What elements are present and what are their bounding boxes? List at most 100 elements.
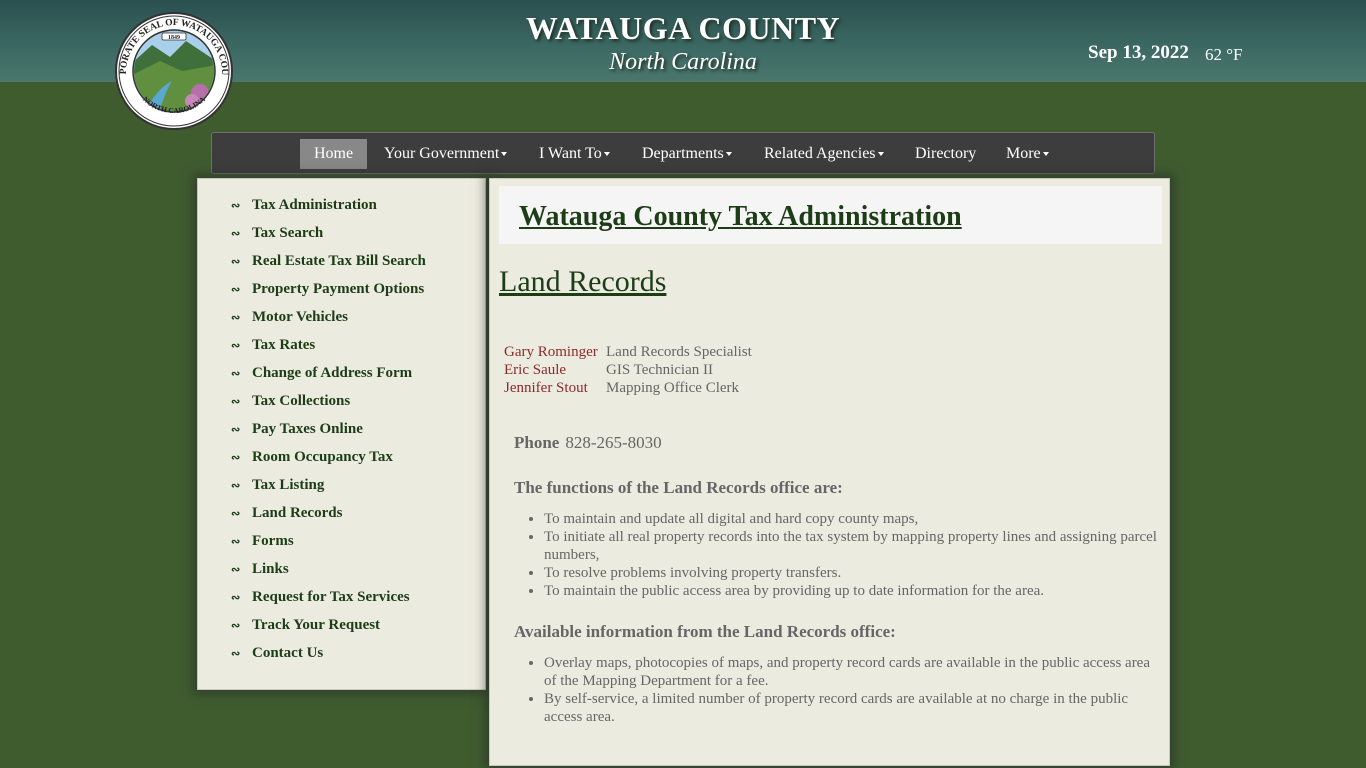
sidebar-item-label: Forms <box>252 533 294 549</box>
leaf-icon: ∾ <box>231 648 241 660</box>
list-item: To maintain and update all digital and h… <box>544 510 1164 528</box>
staff-role: GIS Technician II <box>606 362 713 378</box>
page-title-box: Watauga County Tax Administration <box>499 186 1162 244</box>
nav-label: Directory <box>915 145 977 162</box>
sidebar-item-label: Tax Search <box>252 225 324 241</box>
sidebar-item-forms[interactable]: ∾ Forms <box>231 529 294 553</box>
caret-down-icon <box>603 152 610 157</box>
sidebar-item-label: Request for Tax Services <box>252 589 410 605</box>
main-navigation: Home Your Government I Want To Departmen… <box>211 132 1155 174</box>
sidebar-item-label: Pay Taxes Online <box>252 421 363 437</box>
leaf-icon: ∾ <box>231 564 241 576</box>
leaf-icon: ∾ <box>231 284 241 296</box>
current-date: Sep 13, 2022 <box>1088 42 1189 63</box>
staff-role: Mapping Office Clerk <box>606 380 740 396</box>
sidebar-item-label: Contact Us <box>252 645 324 661</box>
list-item: To maintain the public access area by pr… <box>544 582 1164 600</box>
nav-label: Your Government <box>384 145 500 162</box>
nav-label: I Want To <box>539 145 602 162</box>
caret-down-icon <box>725 152 732 157</box>
sidebar-item-label: Tax Rates <box>252 337 316 353</box>
site-subtitle: North Carolina <box>609 49 757 75</box>
nav-related-agencies[interactable]: Related Agencies <box>750 139 898 169</box>
main-content: Watauga County Tax Administration Land R… <box>489 178 1170 766</box>
nav-more[interactable]: More <box>992 139 1063 169</box>
sidebar-item-label: Room Occupancy Tax <box>252 449 393 465</box>
sidebar-item-motor-vehicles[interactable]: ∾ Motor Vehicles <box>231 305 348 329</box>
nav-i-want-to[interactable]: I Want To <box>525 139 624 169</box>
nav-label: Departments <box>642 145 724 162</box>
sidebar-item-label: Tax Listing <box>252 477 325 493</box>
nav-label: Related Agencies <box>764 145 876 162</box>
leaf-icon: ∾ <box>231 424 241 436</box>
nav-your-government[interactable]: Your Government <box>370 139 521 169</box>
page-title[interactable]: Watauga County Tax Administration <box>519 201 962 233</box>
sidebar-item-label: Links <box>252 561 289 577</box>
staff-name-link[interactable]: Eric Saule <box>504 361 606 379</box>
phone-label: Phone <box>514 433 560 452</box>
sidebar-item-tax-listing[interactable]: ∾ Tax Listing <box>231 473 324 497</box>
staff-name-link[interactable]: Jennifer Stout <box>504 379 606 397</box>
list-item: To initiate all real property records in… <box>544 528 1164 564</box>
caret-down-icon <box>877 152 884 157</box>
sidebar-item-label: Land Records <box>252 505 343 521</box>
sidebar-item-request-for-tax-services[interactable]: ∾ Request for Tax Services <box>231 585 410 609</box>
leaf-icon: ∾ <box>231 200 241 212</box>
staff-role: Land Records Specialist <box>606 344 752 360</box>
list-item: By self-service, a limited number of pro… <box>544 690 1164 726</box>
phone-line: Phone 828-265-8030 <box>514 433 662 453</box>
sidebar-item-tax-search[interactable]: ∾ Tax Search <box>231 221 323 245</box>
sidebar-item-tax-collections[interactable]: ∾ Tax Collections <box>231 389 350 413</box>
leaf-icon: ∾ <box>231 452 241 464</box>
staff-name-link[interactable]: Gary Rominger <box>504 343 606 361</box>
county-seal-logo[interactable]: CORPORATE SEAL OF WATAUGA COUNTY NORTH C… <box>108 4 236 131</box>
phone-number[interactable]: 828-265-8030 <box>565 433 661 452</box>
sidebar-item-label: Tax Administration <box>252 197 377 213</box>
sidebar-item-real-estate-tax-bill-search[interactable]: ∾ Real Estate Tax Bill Search <box>231 249 426 273</box>
sidebar-item-tax-administration[interactable]: ∾ Tax Administration <box>231 193 377 217</box>
leaf-icon: ∾ <box>231 228 241 240</box>
staff-row: Gary Rominger Land Records Specialist <box>504 343 752 361</box>
leaf-icon: ∾ <box>231 312 241 324</box>
list-item: Overlay maps, photocopies of maps, and p… <box>544 654 1164 690</box>
sidebar-item-label: Property Payment Options <box>252 281 425 297</box>
leaf-icon: ∾ <box>231 340 241 352</box>
sidebar-item-contact-us[interactable]: ∾ Contact Us <box>231 641 323 665</box>
sidebar-item-links[interactable]: ∾ Links <box>231 557 289 581</box>
sidebar-item-room-occupancy-tax[interactable]: ∾ Room Occupancy Tax <box>231 445 393 469</box>
sidebar-item-land-records[interactable]: ∾ Land Records <box>231 501 342 525</box>
sidebar-item-label: Tax Collections <box>252 393 351 409</box>
nav-directory[interactable]: Directory <box>901 139 990 169</box>
leaf-icon: ∾ <box>231 368 241 380</box>
caret-down-icon <box>1042 152 1049 157</box>
staff-row: Eric Saule GIS Technician II <box>504 361 752 379</box>
sidebar-item-track-your-request[interactable]: ∾ Track Your Request <box>231 613 380 637</box>
functions-heading: The functions of the Land Records office… <box>514 478 843 497</box>
sidebar-item-label: Track Your Request <box>252 617 381 633</box>
sidebar-item-change-of-address-form[interactable]: ∾ Change of Address Form <box>231 361 412 385</box>
leaf-icon: ∾ <box>231 256 241 268</box>
leaf-icon: ∾ <box>231 480 241 492</box>
sidebar-item-tax-rates[interactable]: ∾ Tax Rates <box>231 333 315 357</box>
sidebar-item-pay-taxes-online[interactable]: ∾ Pay Taxes Online <box>231 417 363 441</box>
leaf-icon: ∾ <box>231 620 241 632</box>
nav-label: More <box>1006 145 1041 162</box>
sidebar-item-property-payment-options[interactable]: ∾ Property Payment Options <box>231 277 424 301</box>
seal-year: 1849 <box>168 35 180 41</box>
caret-down-icon <box>501 152 508 157</box>
available-list: Overlay maps, photocopies of maps, and p… <box>514 654 1164 726</box>
functions-list: To maintain and update all digital and h… <box>514 510 1164 600</box>
sidebar-item-label: Real Estate Tax Bill Search <box>252 253 426 269</box>
site-title[interactable]: WATAUGA COUNTY <box>483 10 883 47</box>
leaf-icon: ∾ <box>231 396 241 408</box>
section-title[interactable]: Land Records <box>499 265 666 299</box>
leaf-icon: ∾ <box>231 508 241 520</box>
nav-home[interactable]: Home <box>300 139 368 169</box>
nav-departments[interactable]: Departments <box>628 139 746 169</box>
leaf-icon: ∾ <box>231 592 241 604</box>
list-item: To resolve problems involving property t… <box>544 564 1164 582</box>
leaf-icon: ∾ <box>231 536 241 548</box>
sidebar-item-label: Change of Address Form <box>252 365 413 381</box>
available-heading: Available information from the Land Reco… <box>514 622 896 641</box>
weather-temperature[interactable]: 62 °F <box>1205 45 1243 65</box>
